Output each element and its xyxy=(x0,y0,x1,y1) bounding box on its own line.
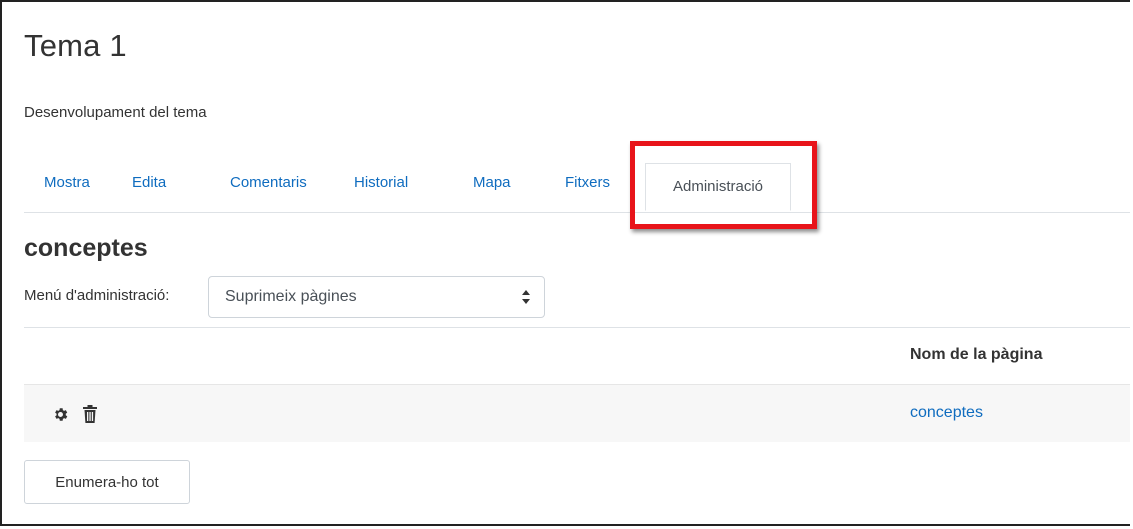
select-arrows-icon xyxy=(522,290,530,304)
tab-edita[interactable]: Edita xyxy=(132,174,166,191)
admin-menu-select[interactable]: Suprimeix pàgines xyxy=(208,276,545,318)
highlight-annotation-box xyxy=(630,141,817,229)
admin-menu-selected-value: Suprimeix pàgines xyxy=(225,288,357,305)
table-row: conceptes xyxy=(24,384,1130,442)
page-description: Desenvolupament del tema xyxy=(24,104,207,121)
list-all-button[interactable]: Enumera-ho tot xyxy=(24,460,190,504)
tab-bar: Mostra Edita Comentaris Historial Mapa F… xyxy=(24,160,1130,213)
tab-mapa[interactable]: Mapa xyxy=(473,174,511,191)
tab-fitxers[interactable]: Fitxers xyxy=(565,174,610,191)
table-divider xyxy=(24,327,1130,328)
admin-menu-label: Menú d'administració: xyxy=(24,287,170,304)
column-header-page-name: Nom de la pàgina xyxy=(910,346,1043,363)
trash-icon[interactable] xyxy=(83,405,97,423)
gear-icon[interactable] xyxy=(52,406,69,423)
content-frame xyxy=(0,0,1130,526)
tab-historial[interactable]: Historial xyxy=(354,174,408,191)
tab-mostra[interactable]: Mostra xyxy=(44,174,90,191)
section-heading: conceptes xyxy=(24,234,148,262)
page-title: Tema 1 xyxy=(24,28,127,63)
page-name-link[interactable]: conceptes xyxy=(910,404,983,422)
tab-comentaris[interactable]: Comentaris xyxy=(230,174,307,191)
